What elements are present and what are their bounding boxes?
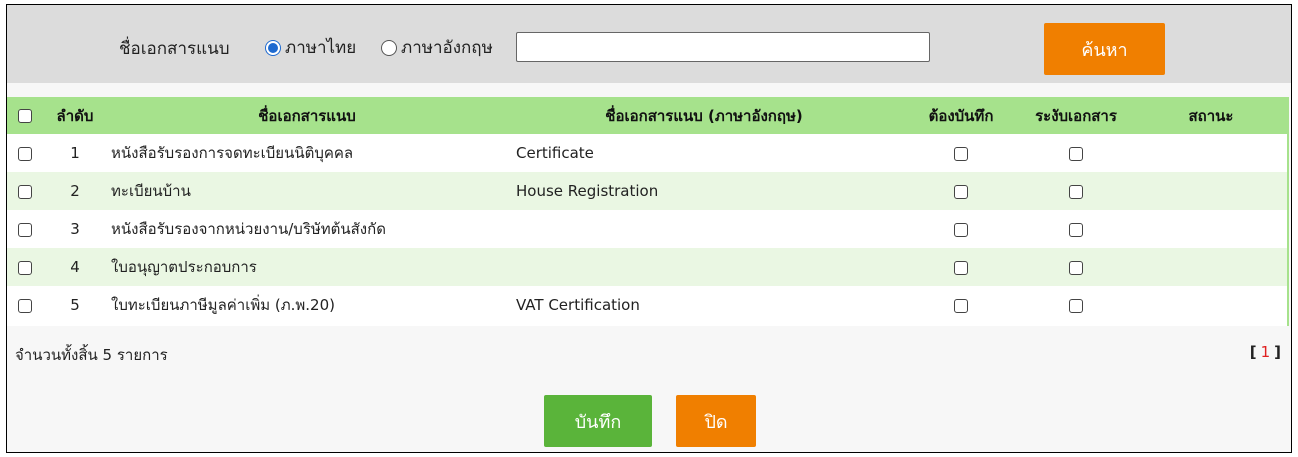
select-all-checkbox[interactable]	[18, 109, 32, 123]
row-status	[1135, 210, 1287, 248]
row-required-cell	[905, 210, 1017, 248]
row-select-cell	[7, 172, 40, 210]
row-status	[1135, 172, 1287, 210]
pager-close-bracket: ]	[1274, 343, 1281, 361]
page-link-current[interactable]: 1	[1261, 343, 1271, 361]
save-button[interactable]: บันทึก	[544, 395, 652, 447]
row-select-checkbox[interactable]	[18, 222, 32, 237]
row-name: ใบอนุญาตประกอบการ	[111, 258, 257, 276]
row-select-checkbox[interactable]	[18, 260, 32, 275]
row-no: 3	[70, 220, 80, 238]
required-checkbox[interactable]	[954, 260, 968, 275]
header-suspend: ระงับเอกสาร	[1035, 106, 1117, 125]
row-name-en: Certificate	[516, 144, 594, 162]
row-select-cell	[7, 248, 40, 286]
row-name-en	[504, 210, 905, 248]
search-input[interactable]	[516, 32, 930, 62]
row-name-en: VAT Certification	[516, 296, 640, 314]
row-status	[1135, 286, 1287, 324]
row-name: ใบทะเบียนภาษีมูลค่าเพิ่ม (ภ.พ.20)	[111, 296, 335, 314]
row-name-en: House Registration	[516, 182, 659, 200]
suspend-checkbox[interactable]	[1069, 184, 1083, 199]
row-status	[1135, 134, 1287, 172]
required-checkbox[interactable]	[954, 222, 968, 237]
header-required: ต้องบันทึก	[928, 106, 994, 125]
row-suspend-cell	[1017, 134, 1135, 172]
row-status	[1135, 248, 1287, 286]
radio-thai[interactable]: ภาษาไทย	[265, 34, 356, 61]
documents-table-wrap: ลำดับ ชื่อเอกสารแนบ ชื่อเอกสารแนบ (ภาษาอ…	[7, 97, 1289, 326]
row-suspend-cell	[1017, 248, 1135, 286]
row-select-checkbox[interactable]	[18, 146, 32, 161]
required-checkbox[interactable]	[954, 184, 968, 199]
pager-open-bracket: [	[1249, 343, 1257, 361]
row-name: หนังสือรับรองจากหน่วยงาน/บริษัทต้นสังกัด	[111, 220, 386, 238]
documents-table: ลำดับ ชื่อเอกสารแนบ ชื่อเอกสารแนบ (ภาษาอ…	[7, 97, 1287, 324]
suspend-checkbox[interactable]	[1069, 146, 1083, 161]
table-row: 2 ทะเบียนบ้าน House Registration	[7, 172, 1287, 210]
table-header-row: ลำดับ ชื่อเอกสารแนบ ชื่อเอกสารแนบ (ภาษาอ…	[7, 97, 1287, 134]
row-name: หนังสือรับรองการจดทะเบียนนิติบุคคล	[111, 144, 354, 162]
row-no: 4	[70, 258, 80, 276]
row-name-en	[504, 248, 905, 286]
row-required-cell	[905, 286, 1017, 324]
header-name: ชื่อเอกสารแนบ	[258, 106, 356, 125]
header-no: ลำดับ	[56, 106, 94, 125]
row-select-checkbox[interactable]	[18, 298, 32, 313]
search-button[interactable]: ค้นหา	[1044, 23, 1165, 75]
row-suspend-cell	[1017, 210, 1135, 248]
select-all-cell	[7, 97, 40, 134]
row-select-cell	[7, 210, 40, 248]
required-checkbox[interactable]	[954, 146, 968, 161]
header-name-en: ชื่อเอกสารแนบ (ภาษาอังกฤษ)	[605, 106, 803, 125]
pagination: [1]	[1250, 343, 1281, 361]
table-row: 5 ใบทะเบียนภาษีมูลค่าเพิ่ม (ภ.พ.20) VAT …	[7, 286, 1287, 324]
radio-english-label: ภาษาอังกฤษ	[401, 38, 493, 58]
row-select-cell	[7, 286, 40, 324]
row-select-checkbox[interactable]	[18, 184, 32, 199]
row-required-cell	[905, 172, 1017, 210]
dialog-frame: ชื่อเอกสารแนบ ภาษาไทย ภาษาอังกฤษ ค้นหา ล…	[6, 4, 1292, 453]
table-row: 4 ใบอนุญาตประกอบการ	[7, 248, 1287, 286]
row-no: 1	[70, 144, 80, 162]
row-suspend-cell	[1017, 286, 1135, 324]
table-row: 3 หนังสือรับรองจากหน่วยงาน/บริษัทต้นสังก…	[7, 210, 1287, 248]
header-status: สถานะ	[1188, 106, 1234, 125]
table-row: 1 หนังสือรับรองการจดทะเบียนนิติบุคคล Cer…	[7, 134, 1287, 172]
radio-english[interactable]: ภาษาอังกฤษ	[381, 34, 493, 61]
search-label: ชื่อเอกสารแนบ	[119, 39, 230, 59]
required-checkbox[interactable]	[954, 298, 968, 313]
radio-thai-label: ภาษาไทย	[285, 38, 357, 58]
radio-thai-circle[interactable]	[265, 39, 281, 56]
suspend-checkbox[interactable]	[1069, 260, 1083, 275]
row-name: ทะเบียนบ้าน	[111, 182, 191, 200]
row-no: 2	[70, 182, 80, 200]
search-bar: ชื่อเอกสารแนบ ภาษาไทย ภาษาอังกฤษ ค้นหา	[7, 5, 1291, 83]
suspend-checkbox[interactable]	[1069, 298, 1083, 313]
close-button[interactable]: ปิด	[676, 395, 756, 447]
total-count: จำนวนทั้งสิ้น 5 รายการ	[15, 346, 168, 364]
radio-english-circle[interactable]	[381, 39, 397, 56]
row-no: 5	[70, 296, 80, 314]
row-select-cell	[7, 134, 40, 172]
row-suspend-cell	[1017, 172, 1135, 210]
row-required-cell	[905, 134, 1017, 172]
suspend-checkbox[interactable]	[1069, 222, 1083, 237]
row-required-cell	[905, 248, 1017, 286]
